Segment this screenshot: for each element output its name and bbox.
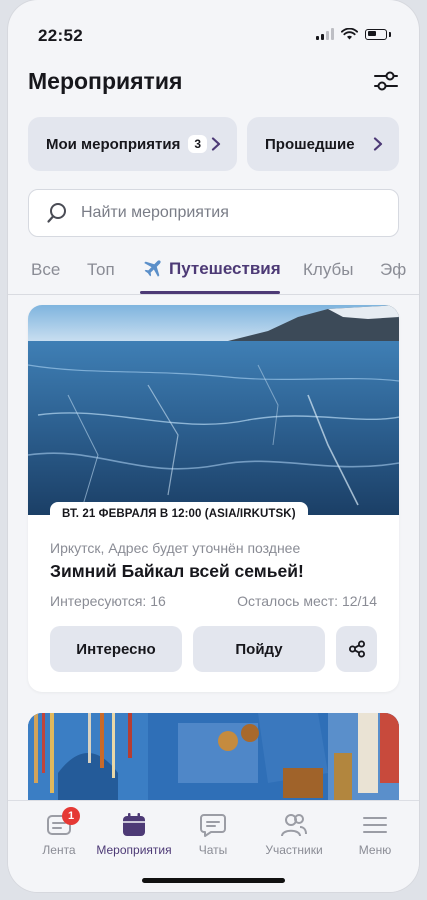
calendar-icon (123, 813, 145, 836)
tab-top[interactable]: Топ (87, 260, 115, 280)
people-icon (281, 814, 307, 837)
nav-chats[interactable]: Чаты (168, 811, 258, 857)
event-date: ВТ. 21 ФЕВРАЛЯ В 12:00 (ASIA/IRKUTSK) (50, 502, 308, 527)
page-title: Мероприятия (28, 68, 183, 94)
search-icon (47, 203, 66, 223)
wifi-icon (341, 28, 358, 40)
nav-menu[interactable]: Меню (330, 811, 419, 857)
share-button[interactable] (336, 626, 377, 672)
going-button[interactable]: Пойду (193, 626, 325, 672)
tab-clubs[interactable]: Клубы (303, 260, 353, 280)
search-placeholder: Найти мероприятия (81, 204, 229, 221)
nav-events[interactable]: Мероприятия (89, 811, 179, 857)
my-events-label: Мои мероприятия (46, 135, 181, 153)
tab-all[interactable]: Все (31, 260, 60, 280)
app-screen: 22:52 Мероприятия Мои мероприятия 3 Прош… (8, 0, 419, 892)
interested-count: Интересуются: 16 (50, 593, 166, 609)
sliders-icon[interactable] (371, 66, 401, 96)
nav-menu-label: Меню (358, 843, 392, 857)
chevron-right-icon (211, 137, 221, 151)
nav-members-label: Участники (265, 843, 323, 857)
home-indicator[interactable] (142, 878, 285, 883)
category-tabs: Все Топ Путешествия Клубы Эф (8, 250, 419, 295)
past-events-button[interactable]: Прошедшие (247, 117, 399, 171)
interested-button[interactable]: Интересно (50, 626, 182, 672)
cellular-signal-icon (316, 28, 334, 40)
nav-members[interactable]: Участники (249, 811, 339, 857)
share-icon (348, 640, 365, 658)
tab-more[interactable]: Эф (380, 260, 406, 280)
nav-chats-label: Чаты (198, 843, 228, 857)
seats-left: Осталось мест: 12/14 (237, 593, 377, 609)
menu-icon (363, 817, 387, 833)
quick-links: Мои мероприятия 3 Прошедшие (28, 117, 399, 171)
tab-travel-label: Путешествия (169, 259, 281, 278)
my-events-button[interactable]: Мои мероприятия 3 (28, 117, 237, 171)
airplane-icon (144, 260, 161, 277)
tab-travel[interactable]: Путешествия (141, 258, 281, 280)
nav-events-label: Мероприятия (96, 843, 172, 857)
chevron-right-icon (373, 137, 383, 151)
chat-icon (200, 814, 226, 837)
my-events-count: 3 (188, 135, 208, 153)
past-events-label: Прошедшие (265, 135, 355, 153)
active-tab-indicator (140, 291, 280, 294)
status-bar: 22:52 (8, 0, 419, 56)
status-time: 22:52 (38, 26, 83, 45)
battery-icon (365, 28, 387, 40)
notification-badge: 1 (62, 807, 80, 825)
event-image (28, 305, 399, 515)
search-input[interactable]: Найти мероприятия (28, 189, 399, 237)
event-card[interactable]: ВТ. 21 ФЕВРАЛЯ В 12:00 (ASIA/IRKUTSK) Ир… (28, 305, 399, 692)
bottom-navigation: 1 Лента Мероприятия Чаты Участники Меню (8, 800, 419, 892)
event-location: Иркутск, Адрес будет уточнён позднее (50, 540, 301, 556)
event-title: Зимний Байкал всей семьей! (50, 561, 304, 581)
